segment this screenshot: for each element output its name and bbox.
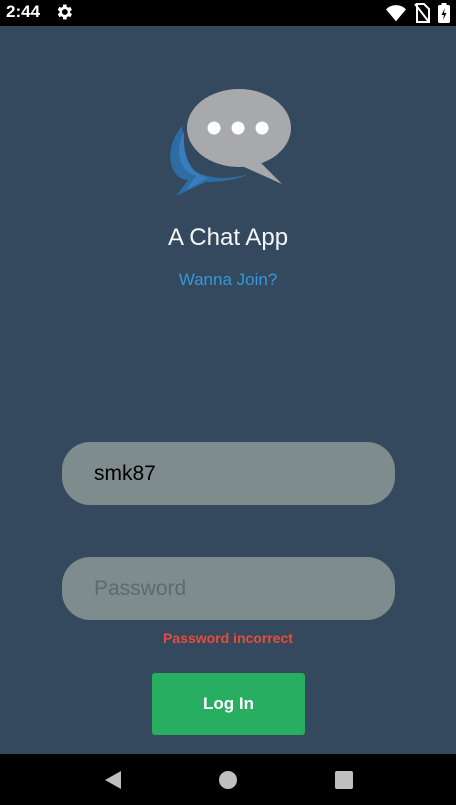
no-sim-icon bbox=[414, 3, 430, 23]
home-icon[interactable] bbox=[216, 768, 240, 792]
wifi-icon bbox=[386, 5, 406, 22]
signup-link[interactable]: Wanna Join? bbox=[0, 270, 456, 290]
password-input[interactable] bbox=[92, 575, 365, 602]
battery-icon bbox=[438, 3, 450, 23]
status-icons bbox=[386, 3, 450, 23]
app-title: A Chat App bbox=[167, 224, 289, 251]
password-field[interactable] bbox=[62, 557, 395, 620]
status-time: 2:44 bbox=[6, 2, 41, 21]
username-input[interactable] bbox=[92, 460, 365, 487]
back-icon[interactable] bbox=[101, 768, 125, 792]
status-bar: 2:44 bbox=[0, 0, 456, 26]
gear-icon bbox=[57, 4, 72, 20]
error-message: Password incorrect bbox=[163, 630, 293, 646]
chat-logo-icon bbox=[170, 89, 291, 196]
username-field[interactable] bbox=[62, 442, 395, 505]
navigation-bar bbox=[0, 754, 456, 805]
recents-icon[interactable] bbox=[332, 768, 356, 792]
login-button[interactable]: Log In bbox=[152, 673, 305, 735]
